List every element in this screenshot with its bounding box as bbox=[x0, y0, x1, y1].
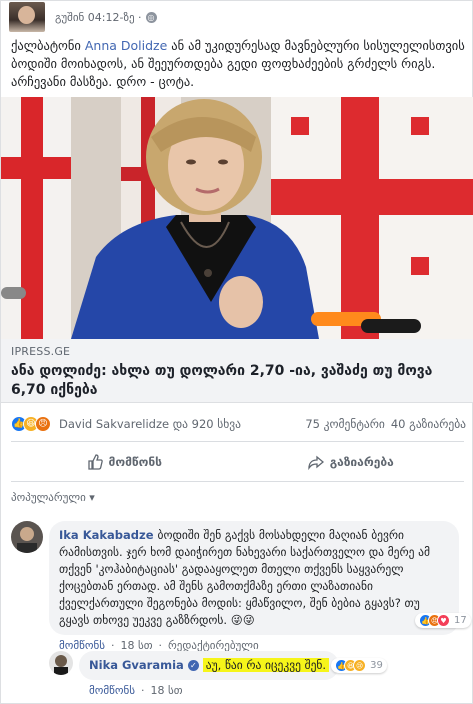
share-button-label: გაზიარება bbox=[329, 455, 394, 469]
shares-count[interactable]: 40 გაზიარება bbox=[391, 417, 466, 431]
comment-reaction-count: 17 bbox=[454, 615, 467, 626]
divider bbox=[11, 481, 464, 482]
commenter-avatar[interactable] bbox=[11, 521, 43, 553]
comment-text: აუ, წაი რა იცეკვე შენ. bbox=[202, 658, 330, 672]
link-title[interactable]: ანა დოლიძე: ახლა თუ დოლარი 2,70 -ია, ვაშ… bbox=[11, 362, 464, 400]
share-button[interactable]: გაზიარება bbox=[238, 448, 465, 476]
comment-reply: Nika Gvaramia ✓ აუ, წაი რა იცეკვე შენ. 👍 😆… bbox=[49, 651, 464, 697]
globe-icon: ◎ bbox=[145, 11, 157, 23]
comment-author[interactable]: Nika Gvaramia bbox=[89, 658, 184, 672]
comment-sort-dropdown[interactable]: პოპულარული ▾ bbox=[11, 491, 95, 504]
divider bbox=[11, 441, 464, 442]
comment-bubble: Ika Kakabadze ბოდიში შენ გაქვს მოსახდელი … bbox=[49, 521, 459, 635]
comment: Ika Kakabadze ბოდიში შენ გაქვს მოსახდელი … bbox=[11, 521, 471, 652]
facebook-post-card: გუშინ 04:12-ზე · ◎ ქალბატონი Anna Dolidz… bbox=[0, 0, 473, 704]
sad-reaction-icon: 😢 bbox=[353, 659, 367, 672]
post-timestamp[interactable]: გუშინ 04:12-ზე · bbox=[55, 11, 142, 24]
reactions-summary-row: 👍 😆 😠 David Sakvarelidze და 920 სხვა 75 … bbox=[11, 413, 466, 435]
comment-author[interactable]: Ika Kakabadze bbox=[59, 528, 154, 542]
comment-reactions[interactable]: 👍 😆 😢 39 bbox=[331, 658, 387, 673]
post-header: გუშინ 04:12-ზე · ◎ bbox=[9, 1, 157, 33]
thumbs-up-icon bbox=[87, 454, 103, 470]
like-button[interactable]: მომწონს bbox=[11, 448, 238, 476]
like-button-label: მომწონს bbox=[108, 455, 162, 469]
comment-like-link[interactable]: მომწონს bbox=[89, 684, 135, 697]
link-preview[interactable]: IPRESS.GE ანა დოლიძე: ახლა თუ დოლარი 2,7… bbox=[1, 339, 473, 403]
reaction-icons[interactable]: 👍 😆 😠 bbox=[11, 416, 51, 432]
comment-reaction-count: 39 bbox=[370, 660, 383, 671]
post-text: ქალბატონი Anna Dolidze ან ამ უკიდურესად … bbox=[11, 37, 466, 91]
comments-count[interactable]: 75 კომენტარი bbox=[305, 417, 385, 431]
link-preview-image[interactable] bbox=[1, 97, 473, 339]
comment-time[interactable]: 18 სთ bbox=[150, 684, 182, 697]
comment-bubble: Nika Gvaramia ✓ აუ, წაი რა იცეკვე შენ. bbox=[79, 651, 340, 680]
post-meta: გუშინ 04:12-ზე · ◎ bbox=[55, 11, 157, 24]
dot: · bbox=[140, 684, 145, 697]
post-text-part: ქალბატონი bbox=[11, 38, 85, 53]
page-avatar[interactable] bbox=[9, 2, 45, 32]
angry-reaction-icon: 😠 bbox=[35, 416, 51, 432]
love-reaction-icon: ♥ bbox=[437, 614, 450, 627]
commenter-avatar[interactable] bbox=[49, 651, 73, 675]
comment-reactions[interactable]: 👍 😠 ♥ 17 bbox=[415, 613, 471, 628]
mention-link[interactable]: Anna Dolidze bbox=[85, 38, 167, 53]
link-domain: IPRESS.GE bbox=[11, 345, 71, 358]
comment-meta: მომწონს · 18 სთ bbox=[89, 684, 387, 697]
share-icon bbox=[308, 455, 324, 470]
reaction-summary-text[interactable]: David Sakvarelidze და 920 სხვა bbox=[59, 417, 241, 431]
post-actions: მომწონს გაზიარება bbox=[11, 448, 464, 476]
verified-badge-icon: ✓ bbox=[187, 660, 199, 671]
comment-text: ბოდიში შენ გაქვს მოსახდელი მაღიან ბევრი … bbox=[59, 528, 430, 627]
